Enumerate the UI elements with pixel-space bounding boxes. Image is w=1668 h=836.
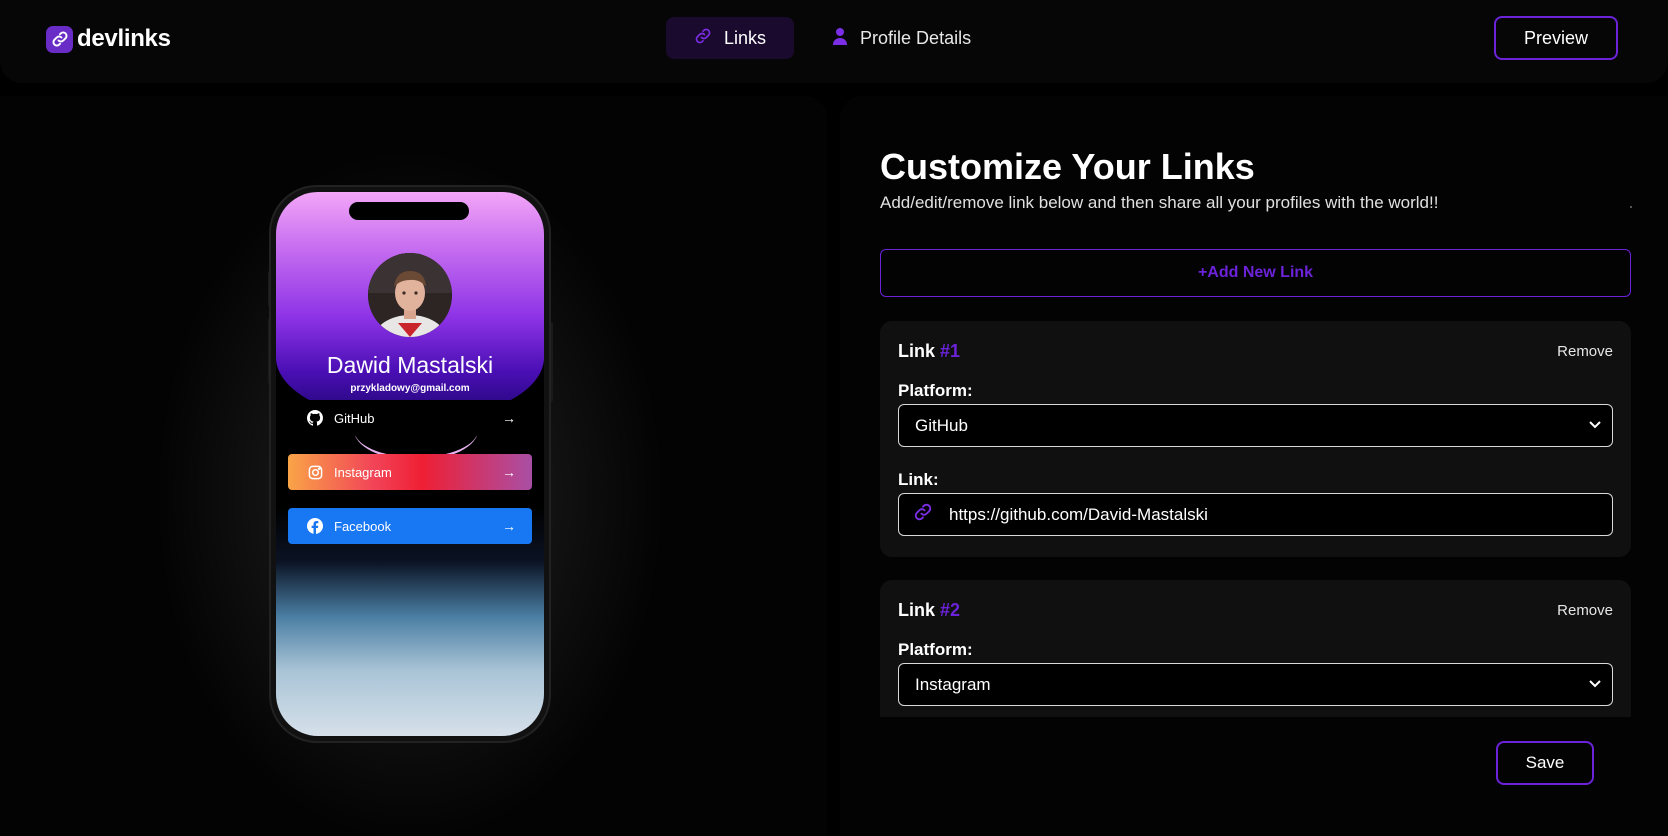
phone-button bbox=[549, 322, 553, 402]
phone-mockup: Dawid Mastalski przykladowy@gmail.com Gi… bbox=[271, 187, 549, 741]
top-header: devlinks Links Profile Details Preview bbox=[0, 0, 1668, 83]
github-icon bbox=[306, 409, 324, 427]
chevron-down-icon bbox=[1588, 416, 1602, 436]
tab-profile-label: Profile Details bbox=[860, 27, 972, 48]
link-number: #1 bbox=[940, 341, 961, 361]
tab-links-label: Links bbox=[724, 27, 767, 48]
add-new-link-button[interactable]: +Add New Link bbox=[880, 249, 1631, 297]
chevron-down-icon bbox=[1588, 675, 1602, 695]
platform-select[interactable]: GitHub bbox=[898, 404, 1613, 447]
platform-select-value: Instagram bbox=[915, 674, 991, 694]
preview-link-label: Facebook bbox=[334, 518, 392, 534]
user-icon bbox=[832, 27, 848, 50]
logo-link-icon bbox=[46, 25, 73, 53]
save-button[interactable]: Save bbox=[1496, 741, 1594, 785]
platform-label: Platform: bbox=[898, 381, 973, 400]
link-card-header: Link #1 Remove bbox=[898, 341, 1613, 362]
decorative-dot bbox=[1630, 206, 1632, 208]
avatar bbox=[368, 253, 452, 337]
link-number: #2 bbox=[940, 600, 961, 620]
app-name: devlinks bbox=[77, 25, 171, 52]
remove-link-button[interactable]: Remove bbox=[1557, 343, 1613, 360]
link-card: Link #2 Remove Platform: Instagram bbox=[880, 580, 1631, 717]
link-card-title: Link #1 bbox=[898, 341, 960, 362]
page-title: Customize Your Links bbox=[880, 146, 1255, 187]
preview-link-instagram[interactable]: Instagram → bbox=[288, 454, 532, 490]
profile-email: przykladowy@gmail.com bbox=[350, 383, 470, 394]
preview-link-facebook[interactable]: Facebook → bbox=[288, 508, 532, 544]
platform-select[interactable]: Instagram bbox=[898, 663, 1613, 706]
platform-label: Platform: bbox=[898, 640, 973, 659]
link-title-text: Link bbox=[898, 600, 936, 620]
instagram-icon bbox=[306, 463, 324, 481]
arrow-right-icon: → bbox=[502, 410, 516, 426]
link-card-header: Link #2 Remove bbox=[898, 600, 1613, 621]
phone-screen: Dawid Mastalski przykladowy@gmail.com Gi… bbox=[276, 192, 544, 736]
link-icon bbox=[694, 27, 712, 50]
links-editor-panel: Customize Your Links Add/edit/remove lin… bbox=[840, 96, 1668, 836]
phone-preview-panel: Dawid Mastalski przykladowy@gmail.com Gi… bbox=[0, 96, 827, 836]
link-label: Link: bbox=[898, 470, 939, 489]
remove-link-button[interactable]: Remove bbox=[1557, 602, 1613, 619]
facebook-icon bbox=[306, 517, 324, 535]
platform-select-value: GitHub bbox=[915, 415, 968, 435]
arrow-right-icon: → bbox=[502, 464, 516, 480]
app-logo[interactable]: devlinks bbox=[46, 25, 171, 53]
page-subtitle: Add/edit/remove link below and then shar… bbox=[880, 193, 1439, 212]
dynamic-island bbox=[349, 202, 469, 220]
main-nav: Links Profile Details bbox=[666, 17, 999, 59]
tab-profile-details[interactable]: Profile Details bbox=[804, 17, 999, 59]
preview-link-label: Instagram bbox=[334, 464, 392, 480]
preview-button[interactable]: Preview bbox=[1494, 16, 1618, 60]
preview-link-github[interactable]: GitHub → bbox=[288, 400, 532, 436]
link-url-value: https://github.com/David-Mastalski bbox=[949, 504, 1208, 524]
tab-links[interactable]: Links bbox=[666, 17, 795, 59]
profile-name: Dawid Mastalski bbox=[326, 352, 494, 378]
link-title-text: Link bbox=[898, 341, 936, 361]
link-url-input[interactable]: https://github.com/David-Mastalski bbox=[898, 493, 1613, 536]
link-card-title: Link #2 bbox=[898, 600, 960, 621]
arrow-right-icon: → bbox=[502, 518, 516, 534]
links-list[interactable]: Link #1 Remove Platform: GitHub Link: ht… bbox=[880, 321, 1631, 717]
link-card: Link #1 Remove Platform: GitHub Link: ht… bbox=[880, 321, 1631, 557]
link-icon bbox=[911, 502, 935, 527]
preview-link-label: GitHub bbox=[334, 410, 375, 426]
